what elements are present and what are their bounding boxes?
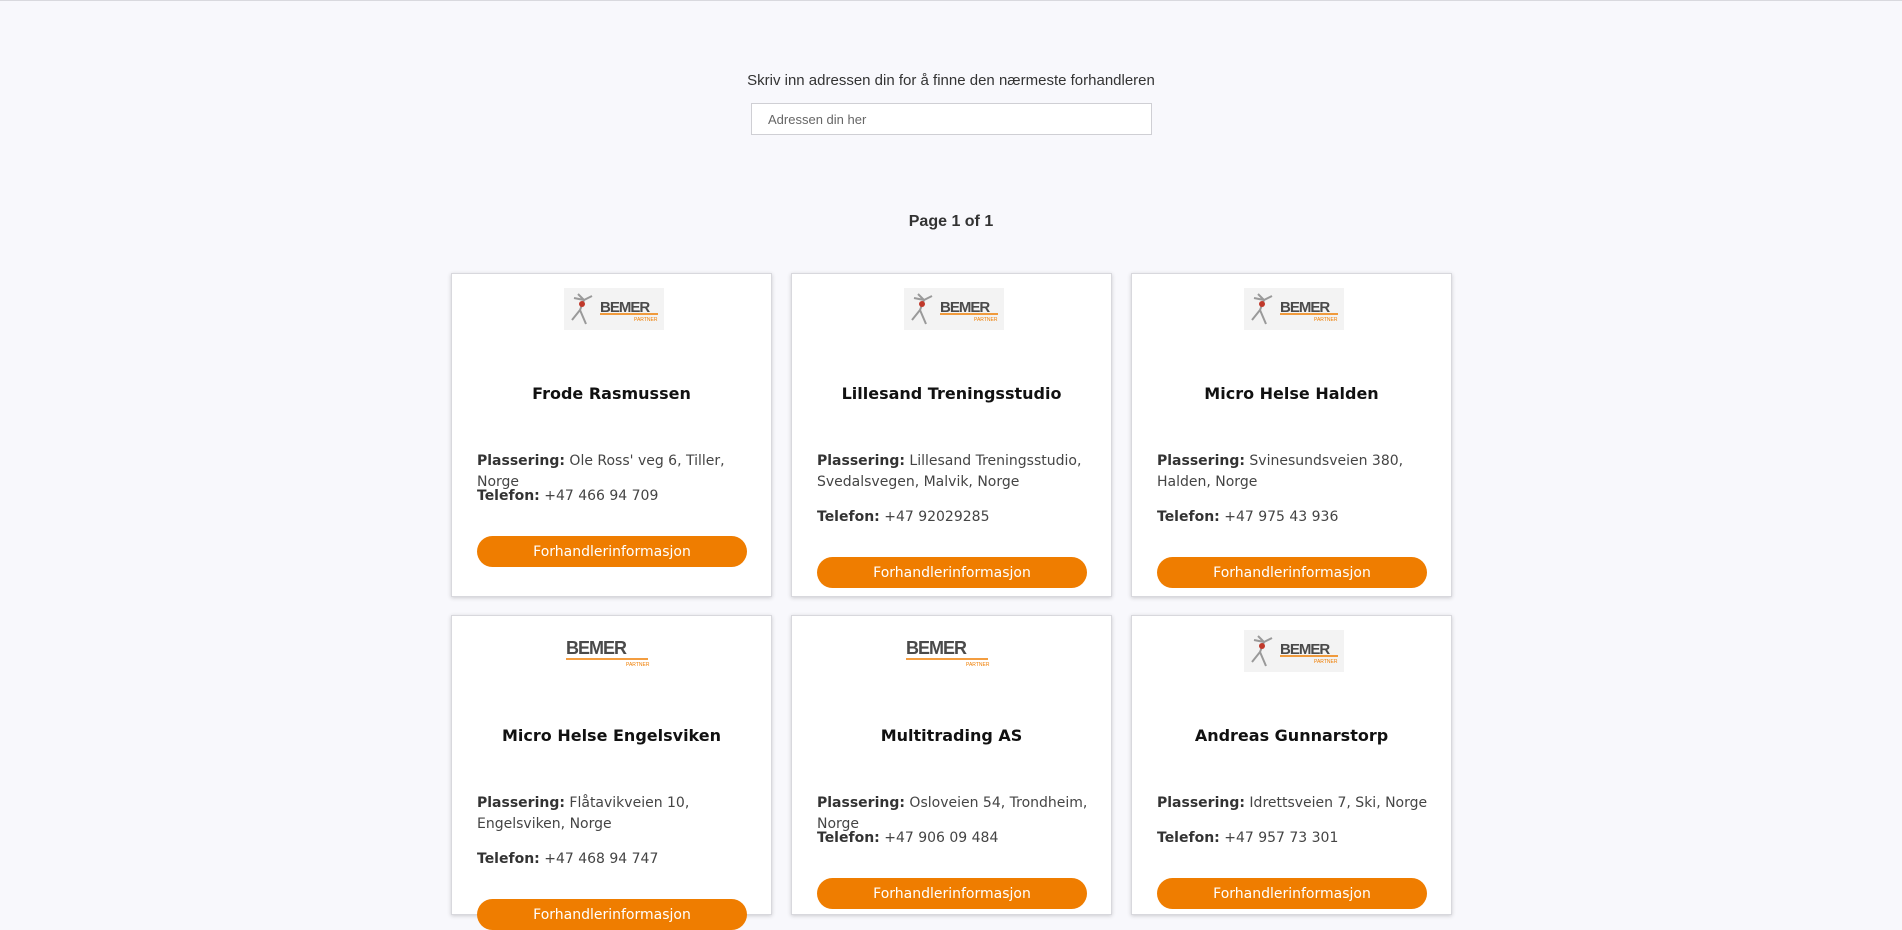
phone-label: Telefon: [477,851,540,867]
phone-value: +47 957 73 301 [1224,830,1339,846]
page-indicator: Page 1 of 1 [908,213,994,230]
dealer-info-button[interactable]: Forhandlerinformasjon [477,899,747,930]
location-label: Plassering: [817,795,905,811]
dealer-card: BEMER PARTNER Andreas Gunnarstorp Plasserin… [1131,615,1452,915]
dealer-card: BEMER PARTNER Frode Rasmussen Plassering: O… [451,273,772,597]
svg-text:PARTNER: PARTNER [966,662,990,668]
dealer-info-button[interactable]: Forhandlerinformasjon [1157,878,1427,909]
search-prompt: Skriv inn adressen din for å finne den n… [747,72,1155,89]
dealer-phone: Telefon: +47 466 94 709 [477,486,757,507]
dealer-phone: Telefon: +47 92029285 [817,507,1097,528]
bemer-partner-logo: BEMERPARTNER [1244,288,1344,330]
dealer-card: BEMER PARTNER Lillesand Treningsstudio Plas… [791,273,1112,597]
phone-label: Telefon: [477,488,540,504]
dealer-card: BEMER PARTNER Micro Helse Engelsviken Plass… [451,615,772,930]
dealer-name: Andreas Gunnarstorp [1194,726,1389,745]
phone-label: Telefon: [1157,830,1220,846]
dealer-phone: Telefon: +47 468 94 747 [477,849,757,870]
phone-label: Telefon: [817,830,880,846]
dealer-card: BEMER PARTNER Micro Helse Halden Plassering… [1131,273,1452,597]
svg-text:PARTNER: PARTNER [634,317,658,323]
bemer-partner-logo: BEMER PARTNER [906,638,990,668]
location-label: Plassering: [1157,795,1245,811]
dealer-phone: Telefon: +47 957 73 301 [1157,828,1437,849]
svg-text:PARTNER: PARTNER [626,662,650,668]
phone-label: Telefon: [817,509,880,525]
top-border [0,0,1902,1]
svg-text:PARTNER: PARTNER [974,317,998,323]
dealer-location: Plassering: Flåtavikveien 10, Engelsvike… [477,793,757,835]
phone-label: Telefon: [1157,509,1220,525]
phone-value: +47 975 43 936 [1224,509,1339,525]
bemer-partner-logo: BEMERPARTNER [904,288,1004,330]
dealer-location: Plassering: Lillesand Treningsstudio, Sv… [817,451,1097,493]
dealer-name: Lillesand Treningsstudio [841,384,1062,403]
dealer-card: BEMER PARTNER Multitrading AS Plassering: O… [791,615,1112,915]
search-section: Skriv inn adressen din for å finne den n… [0,72,1902,89]
dealer-name: Frode Rasmussen [532,384,691,403]
dealer-info-button[interactable]: Forhandlerinformasjon [477,536,747,567]
location-label: Plassering: [1157,453,1245,469]
phone-value: +47 906 09 484 [884,830,999,846]
location-label: Plassering: [477,453,565,469]
bemer-partner-logo: BEMERPARTNER [564,288,664,330]
svg-text:BEMER: BEMER [906,638,967,658]
bemer-partner-logo: BEMERPARTNER [1244,630,1344,672]
dealer-info-button[interactable]: Forhandlerinformasjon [1157,557,1427,588]
svg-text:PARTNER: PARTNER [1314,659,1338,665]
dealer-phone: Telefon: +47 906 09 484 [817,828,1097,849]
location-label: Plassering: [817,453,905,469]
dealer-info-button[interactable]: Forhandlerinformasjon [817,878,1087,909]
bemer-partner-logo: BEMER PARTNER [566,638,650,668]
dealer-info-button[interactable]: Forhandlerinformasjon [817,557,1087,588]
dealer-phone: Telefon: +47 975 43 936 [1157,507,1437,528]
phone-value: +47 466 94 709 [544,488,659,504]
dealer-name: Multitrading AS [880,726,1023,745]
dealer-name: Micro Helse Engelsviken [501,726,721,745]
phone-value: +47 92029285 [884,509,990,525]
dealer-location: Plassering: Idrettsveien 7, Ski, Norge [1157,793,1437,814]
dealer-location: Plassering: Svinesundsveien 380, Halden,… [1157,451,1437,493]
phone-value: +47 468 94 747 [544,851,659,867]
address-search-input[interactable] [751,103,1152,135]
location-label: Plassering: [477,795,565,811]
svg-text:BEMER: BEMER [566,638,627,658]
location-value: Idrettsveien 7, Ski, Norge [1249,795,1428,811]
svg-text:PARTNER: PARTNER [1314,317,1338,323]
dealer-name: Micro Helse Halden [1204,384,1379,403]
